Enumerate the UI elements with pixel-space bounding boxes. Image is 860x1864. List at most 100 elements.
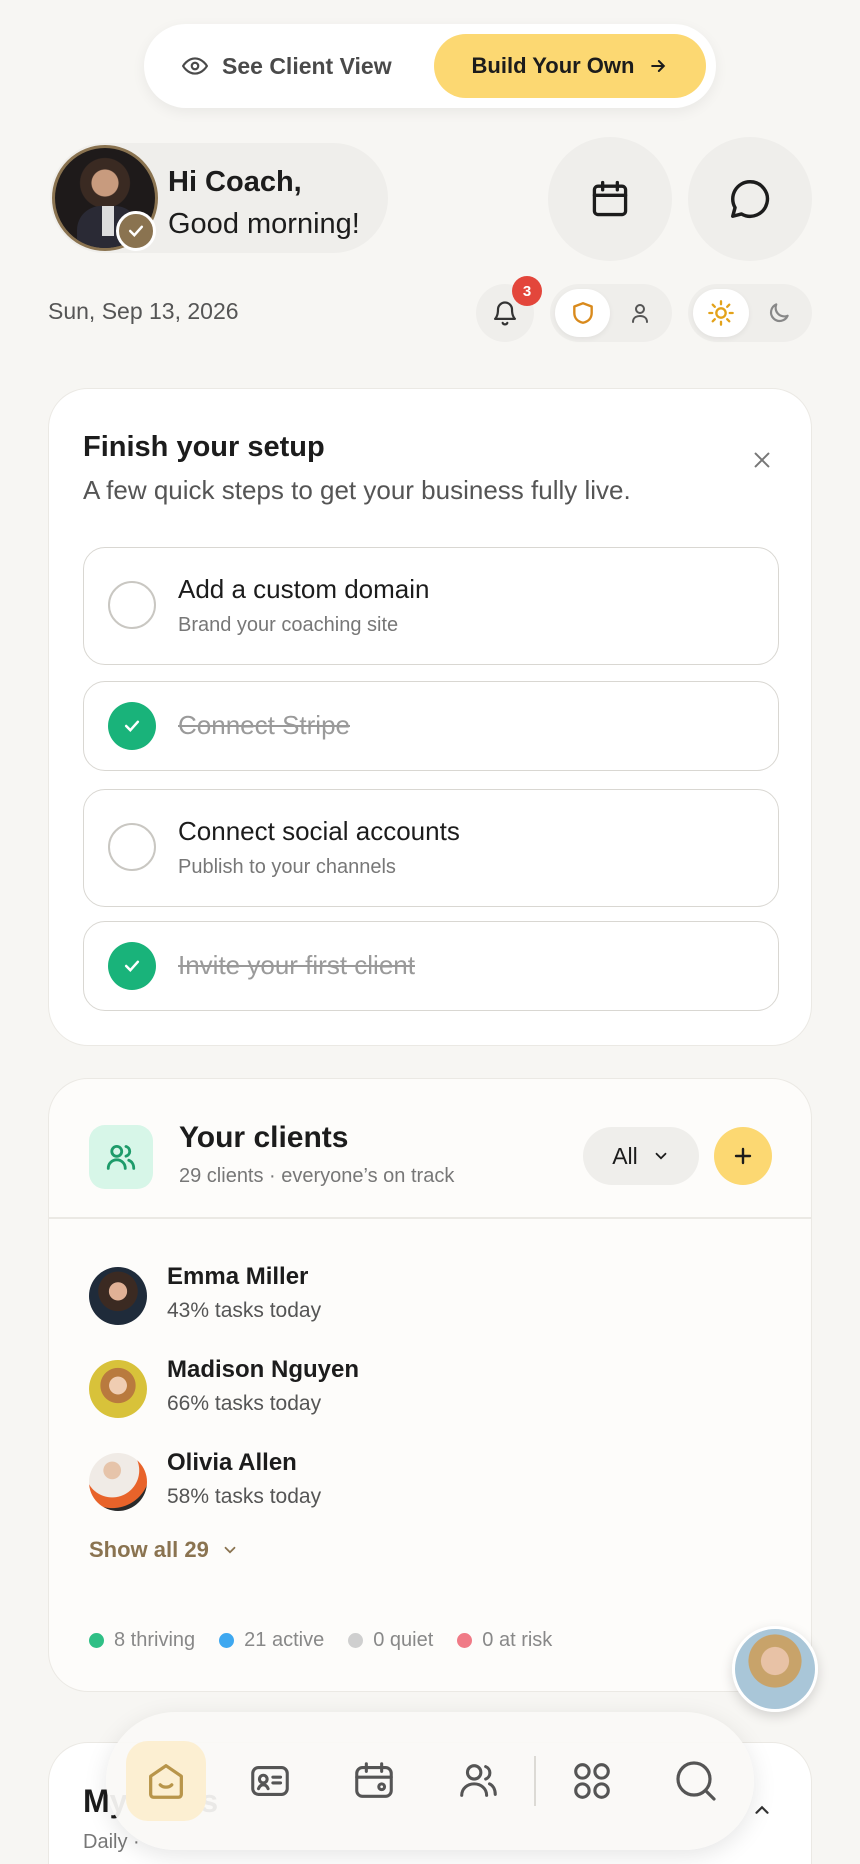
- dark-mode-button[interactable]: [751, 289, 807, 337]
- chevron-down-icon: [224, 1546, 236, 1554]
- person-icon: [631, 304, 648, 323]
- calendar-button[interactable]: [548, 137, 672, 261]
- setup-task-custom-domain[interactable]: Add a custom domain Brand your coaching …: [83, 547, 779, 665]
- status-dot: [348, 1633, 364, 1648]
- show-all-label: Show all 29: [89, 1537, 209, 1562]
- nav-separator: [534, 1756, 536, 1806]
- clients-title: Your clients: [179, 1121, 349, 1154]
- current-date: Sun, Sep 13, 2026: [48, 298, 239, 324]
- build-your-own-button[interactable]: Build Your Own: [434, 34, 706, 98]
- client-mode-button[interactable]: [612, 289, 667, 337]
- nav-contacts[interactable]: [230, 1741, 310, 1821]
- client-name: Madison Nguyen: [167, 1356, 360, 1383]
- greeting-line1: Hi Coach,: [168, 166, 302, 198]
- nav-search[interactable]: [656, 1741, 736, 1821]
- apps-grid-icon: [574, 1763, 610, 1799]
- legend-label: 0 at risk: [482, 1629, 553, 1651]
- task-title: Add a custom domain: [178, 574, 430, 604]
- setup-title: Finish your setup: [83, 431, 325, 463]
- chevron-up-icon[interactable]: [751, 1799, 773, 1821]
- greeting-pill: Hi Coach, Good morning!: [50, 143, 388, 253]
- avatar: [89, 1360, 147, 1418]
- close-setup-button[interactable]: [751, 449, 773, 476]
- messages-button[interactable]: [688, 137, 812, 261]
- unchecked-circle-icon: [108, 581, 156, 629]
- theme-toggle: [688, 284, 812, 342]
- show-all-clients-link[interactable]: Show all 29: [89, 1537, 239, 1563]
- client-row[interactable]: Madison Nguyen 66% tasks today: [89, 1356, 689, 1426]
- add-client-button[interactable]: [714, 1127, 772, 1185]
- client-name: Emma Miller: [167, 1263, 309, 1290]
- clients-card: Your clients 29 clients · everyone’s on …: [48, 1078, 812, 1692]
- light-mode-button[interactable]: [693, 289, 749, 337]
- status-dot: [89, 1633, 104, 1648]
- avatar: [89, 1267, 147, 1325]
- check-circle-icon: [108, 942, 156, 990]
- setup-task-connect-stripe[interactable]: Connect Stripe: [83, 681, 779, 771]
- calendar-wallet-icon: [355, 1762, 393, 1798]
- client-progress: 58% tasks today: [167, 1485, 322, 1508]
- verified-check-icon: [116, 211, 156, 251]
- see-client-view-button[interactable]: See Client View: [182, 53, 392, 80]
- search-icon: [676, 1761, 716, 1801]
- setup-task-social-accounts[interactable]: Connect social accounts Publish to your …: [83, 789, 779, 907]
- task-title: Connect Stripe: [178, 710, 350, 740]
- legend-label: 0 quiet: [373, 1629, 434, 1651]
- legend-item-thriving: 8 thriving: [89, 1629, 195, 1652]
- status-dot: [219, 1633, 235, 1648]
- clients-subtitle: 29 clients · everyone’s on track: [179, 1165, 455, 1187]
- chevron-down-icon: [655, 1152, 667, 1160]
- setup-card: Finish your setup A few quick steps to g…: [48, 388, 812, 1046]
- avatar: [89, 1453, 147, 1511]
- check-circle-icon: [108, 702, 156, 750]
- calendar-icon: [592, 180, 628, 217]
- legend-item-at-risk: 0 at risk: [457, 1629, 552, 1652]
- plus-icon: [734, 1147, 752, 1165]
- task-title: Connect social accounts: [178, 816, 460, 846]
- status-dot: [457, 1633, 473, 1648]
- nav-apps[interactable]: [552, 1741, 632, 1821]
- bottom-nav: [106, 1712, 754, 1850]
- support-avatar-button[interactable]: [732, 1626, 818, 1712]
- task-subtitle: Brand your coaching site: [178, 614, 399, 636]
- notifications-button[interactable]: 3: [476, 276, 542, 342]
- client-row[interactable]: Olivia Allen 58% tasks today: [89, 1449, 689, 1519]
- sun-icon: [708, 300, 734, 326]
- moon-icon: [769, 303, 789, 323]
- setup-subtitle: A few quick steps to get your business f…: [83, 475, 631, 505]
- divider: [49, 1217, 811, 1219]
- view-switcher-pill: See Client View Build Your Own: [144, 24, 716, 108]
- client-filter-dropdown[interactable]: All: [583, 1127, 699, 1185]
- arrow-right-icon: [651, 60, 666, 72]
- client-progress: 43% tasks today: [167, 1299, 322, 1322]
- setup-task-invite-client[interactable]: Invite your first client: [83, 921, 779, 1011]
- legend-label: 21 active: [244, 1629, 325, 1651]
- see-client-view-label: See Client View: [222, 52, 392, 79]
- nav-home[interactable]: [126, 1741, 206, 1821]
- coach-mode-button[interactable]: [555, 289, 610, 337]
- task-subtitle: Publish to your channels: [178, 856, 396, 878]
- legend-item-active: 21 active: [219, 1629, 324, 1652]
- client-name: Olivia Allen: [167, 1449, 297, 1476]
- shield-icon: [572, 302, 593, 324]
- unchecked-circle-icon: [108, 823, 156, 871]
- bell-icon: [493, 301, 517, 326]
- chat-bubble-icon: [731, 180, 770, 218]
- build-your-own-label: Build Your Own: [471, 53, 635, 78]
- greeting-text: Hi Coach, Good morning!: [168, 161, 360, 245]
- legend-label: 8 thriving: [114, 1629, 196, 1651]
- users-icon: [89, 1125, 153, 1189]
- greeting-line2: Good morning!: [168, 208, 360, 240]
- client-progress: 66% tasks today: [167, 1392, 322, 1415]
- client-status-legend: 8 thriving 21 active 0 quiet 0 at risk: [89, 1629, 552, 1652]
- nav-schedule[interactable]: [334, 1741, 414, 1821]
- contact-card-icon: [251, 1766, 289, 1796]
- nav-clients[interactable]: [438, 1741, 518, 1821]
- home-icon: [149, 1764, 183, 1799]
- eye-icon: [182, 57, 208, 75]
- filter-label: All: [612, 1142, 638, 1169]
- task-title: Invite your first client: [178, 950, 415, 980]
- client-row[interactable]: Emma Miller 43% tasks today: [89, 1263, 689, 1333]
- notification-count-badge: 3: [512, 276, 542, 306]
- close-icon: [754, 452, 770, 468]
